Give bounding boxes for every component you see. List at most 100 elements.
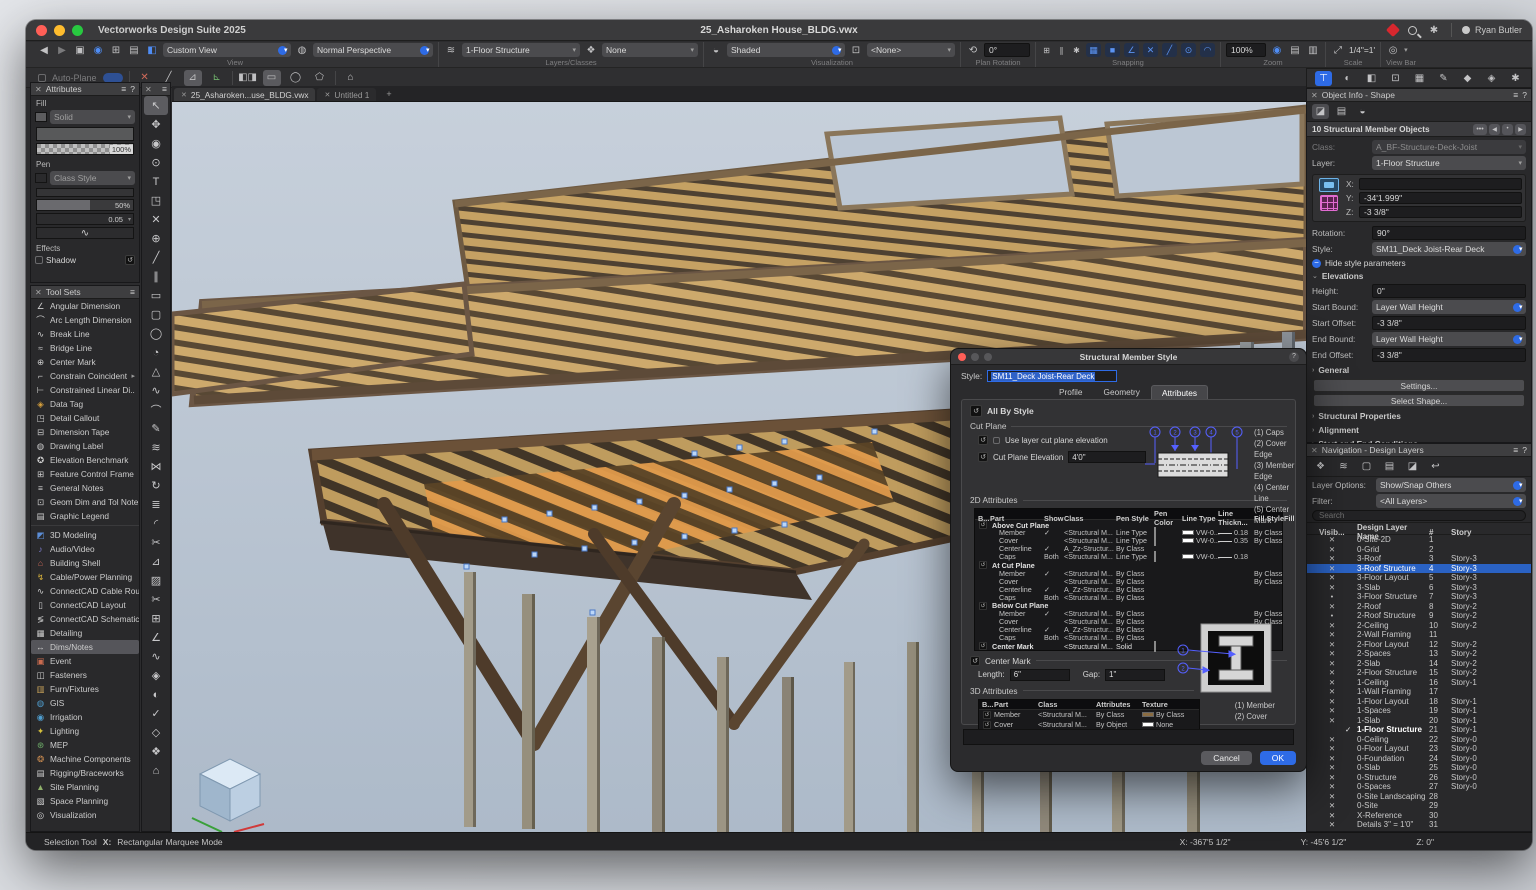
zoom-field[interactable]: 100% — [1226, 43, 1266, 57]
height-field[interactable]: 0" — [1372, 284, 1526, 298]
dialog-zoom-button[interactable] — [984, 353, 992, 361]
user-account-button[interactable]: Ryan Butler — [1451, 23, 1522, 37]
tool-set-item[interactable]: ◉ Irrigation — [31, 710, 139, 724]
camera-view-icon[interactable]: ⊡ — [1387, 71, 1404, 86]
design-layer-row[interactable]: ✕ 0-Site Landscaping 28 — [1307, 792, 1531, 802]
tool-item[interactable]: ⌐ Constrain Coincident ▸ — [31, 369, 139, 383]
layer-visibility-toggle[interactable]: ✕ — [1319, 640, 1345, 649]
nav-snap-icon[interactable]: ❖ — [1312, 459, 1329, 474]
vectorworks-logo-icon[interactable] — [1386, 23, 1400, 37]
design-layer-row[interactable]: ✕ X-Reference 30 — [1307, 811, 1531, 821]
image-view-icon[interactable]: ▦ — [1411, 71, 1428, 86]
fillet-tool-icon[interactable]: ◜ — [144, 514, 168, 533]
forward-icon[interactable]: ▶ — [55, 44, 69, 57]
tool-set-item[interactable]: ∿ ConnectCAD Cable Route — [31, 584, 139, 598]
lock-view-icon[interactable]: ◧ — [145, 44, 159, 57]
start-offset-field[interactable]: -3 3/8" — [1372, 316, 1526, 330]
tool-item[interactable]: ◈ Data Tag — [31, 397, 139, 411]
circle-tool-icon[interactable]: ◯ — [144, 324, 168, 343]
cut-plane-elev-by-style-icon[interactable]: ↺ — [978, 452, 988, 462]
nav-layers-icon[interactable]: ≋ — [1335, 459, 1352, 474]
tool-set-item[interactable]: ▤ Rigging/Braceworks — [31, 766, 139, 780]
center-mark-length-field[interactable]: 6" — [1010, 669, 1070, 681]
layer-visibility-toggle[interactable]: ✕ — [1319, 697, 1345, 706]
by-style-icon[interactable]: ↺ — [979, 521, 987, 529]
contrast-view-icon[interactable]: ◐ — [1339, 71, 1356, 86]
dialog-minimize-button[interactable] — [971, 353, 979, 361]
tool-set-item[interactable]: ≶ ConnectCAD Schematics — [31, 612, 139, 626]
render-mode-icon[interactable]: ◒ — [709, 44, 723, 57]
pen-preview-swatch[interactable] — [36, 188, 134, 197]
layer-visibility-toggle[interactable]: ✕ — [1319, 754, 1345, 763]
close-tab-icon[interactable]: ✕ — [324, 91, 330, 99]
design-layer-row[interactable]: ✕ 2-Wall Framing 11 — [1307, 630, 1531, 640]
design-layer-row[interactable]: • 3-Floor Structure 7 Story-3 — [1307, 592, 1531, 602]
design-layer-row[interactable]: ✕ 0-Site 29 — [1307, 801, 1531, 811]
half-tone-tool-icon[interactable]: ◐ — [144, 685, 168, 704]
flower-tool-icon[interactable]: ❖ — [144, 742, 168, 761]
settings-button[interactable]: Settings... — [1313, 379, 1525, 392]
layers-icon[interactable]: ≋ — [444, 44, 458, 57]
design-layer-row[interactable]: ✕ 1-Spaces 19 Story-1 — [1307, 706, 1531, 716]
fill-opacity-slider[interactable]: 100% — [36, 143, 134, 155]
render-style-icon[interactable]: ⊡ — [849, 44, 863, 57]
elevations-section[interactable]: ⌄Elevations — [1307, 269, 1531, 283]
tool-set-item[interactable]: ▦ Detailing — [31, 626, 139, 640]
tool-item[interactable]: ◳ Detail Callout — [31, 411, 139, 425]
menu-icon[interactable]: ≡ — [130, 287, 135, 297]
snap-smart-edge[interactable]: ╱ — [1162, 43, 1177, 57]
plan-rotation-icon[interactable]: ⟲ — [966, 44, 980, 57]
snap-tangent-snap[interactable]: ◠ — [1200, 43, 1215, 57]
layer-visibility-toggle[interactable]: ✕ — [1319, 668, 1345, 677]
tool-set-item[interactable]: ↔ Dims/Notes — [31, 640, 139, 654]
close-icon[interactable]: ✕ — [1311, 446, 1318, 455]
design-layer-row[interactable]: ✕ 1-Wall Framing 17 — [1307, 687, 1531, 697]
layer-visibility-toggle[interactable]: ✕ — [1319, 678, 1345, 687]
grid-tool-icon[interactable]: ⊞ — [144, 609, 168, 628]
tool-item[interactable]: ⊟ Dimension Tape — [31, 425, 139, 439]
plane-mode-pill[interactable] — [103, 73, 123, 83]
2d-attr-row[interactable]: Member✓<Structural M...By ClassBy Class — [975, 609, 1282, 617]
previous-zoom-icon[interactable]: ▥ — [1306, 44, 1320, 57]
pause-snapping-icon[interactable]: ∥ — [1056, 44, 1067, 57]
double-line-tool-icon[interactable]: ∥ — [144, 267, 168, 286]
render-tab-icon[interactable]: ◒ — [1354, 104, 1371, 119]
tool-set-item[interactable]: ⌂ Building Shell — [31, 556, 139, 570]
selection-tool-icon[interactable]: ↖ — [144, 96, 168, 115]
layer-visibility-toggle[interactable]: ✕ — [1319, 706, 1345, 715]
tool-item[interactable]: ⊢ Constrained Linear Di.. — [31, 383, 139, 397]
active-layer-dropdown[interactable]: 1-Floor Structure▾ — [462, 43, 580, 57]
dialog-description-field[interactable] — [963, 729, 1294, 745]
use-layer-by-style-icon[interactable]: ↺ — [978, 435, 988, 445]
layer-visibility-toggle[interactable]: ✕ — [1319, 545, 1345, 554]
saved-views-icon[interactable]: ◉ — [91, 44, 105, 57]
tool-item[interactable]: ✪ Elevation Benchmark — [31, 453, 139, 467]
next-object-icon[interactable]: ▶ — [1515, 124, 1526, 135]
2d-attr-row[interactable]: CapsBoth<Structural M...Line TypeVW-0...… — [975, 552, 1282, 560]
end-bound-dropdown[interactable]: Layer Wall Height▾ — [1372, 332, 1526, 346]
close-icon[interactable]: ✕ — [35, 85, 42, 94]
design-layer-row[interactable]: ✕ 2-Floor Layout 12 Story-2 — [1307, 640, 1531, 650]
clip-tool-icon[interactable]: ✂ — [144, 533, 168, 552]
snapping-settings-icon[interactable]: ✱ — [1071, 44, 1082, 57]
search-icon[interactable] — [1408, 26, 1417, 35]
design-layer-row[interactable]: ✕ 0-Floor Layout 23 Story-0 — [1307, 744, 1531, 754]
rectangle-tool-icon[interactable]: ▭ — [144, 286, 168, 305]
layer-dropdown[interactable]: 1-Floor Structure▾ — [1372, 156, 1526, 170]
tool-set-item[interactable]: ◫ Fasteners — [31, 668, 139, 682]
start-bound-dropdown[interactable]: Layer Wall Height▾ — [1372, 300, 1526, 314]
break-tool-icon[interactable]: ∿ — [144, 647, 168, 666]
classes-icon[interactable]: ❖ — [584, 44, 598, 57]
pen-color-swatch[interactable] — [1154, 535, 1156, 546]
data-tab-icon[interactable]: ▤ — [1333, 104, 1350, 119]
shear-tool-icon[interactable]: ⊿ — [144, 552, 168, 571]
snap-grid-snap[interactable]: ▦ — [1086, 43, 1101, 57]
design-layer-row[interactable]: ✓ 1-Floor Structure 21 Story-1 — [1307, 725, 1531, 735]
layer-visibility-toggle[interactable]: ✕ — [1319, 602, 1345, 611]
general-section[interactable]: ›General — [1307, 363, 1531, 377]
check-tool-icon[interactable]: ✓ — [144, 704, 168, 723]
design-layer-row[interactable]: ✕ 0-Spaces 27 Story-0 — [1307, 782, 1531, 792]
prev-object-icon[interactable]: ◀ — [1489, 124, 1500, 135]
close-window-button[interactable] — [36, 25, 47, 36]
close-icon[interactable]: ✕ — [1311, 91, 1318, 100]
